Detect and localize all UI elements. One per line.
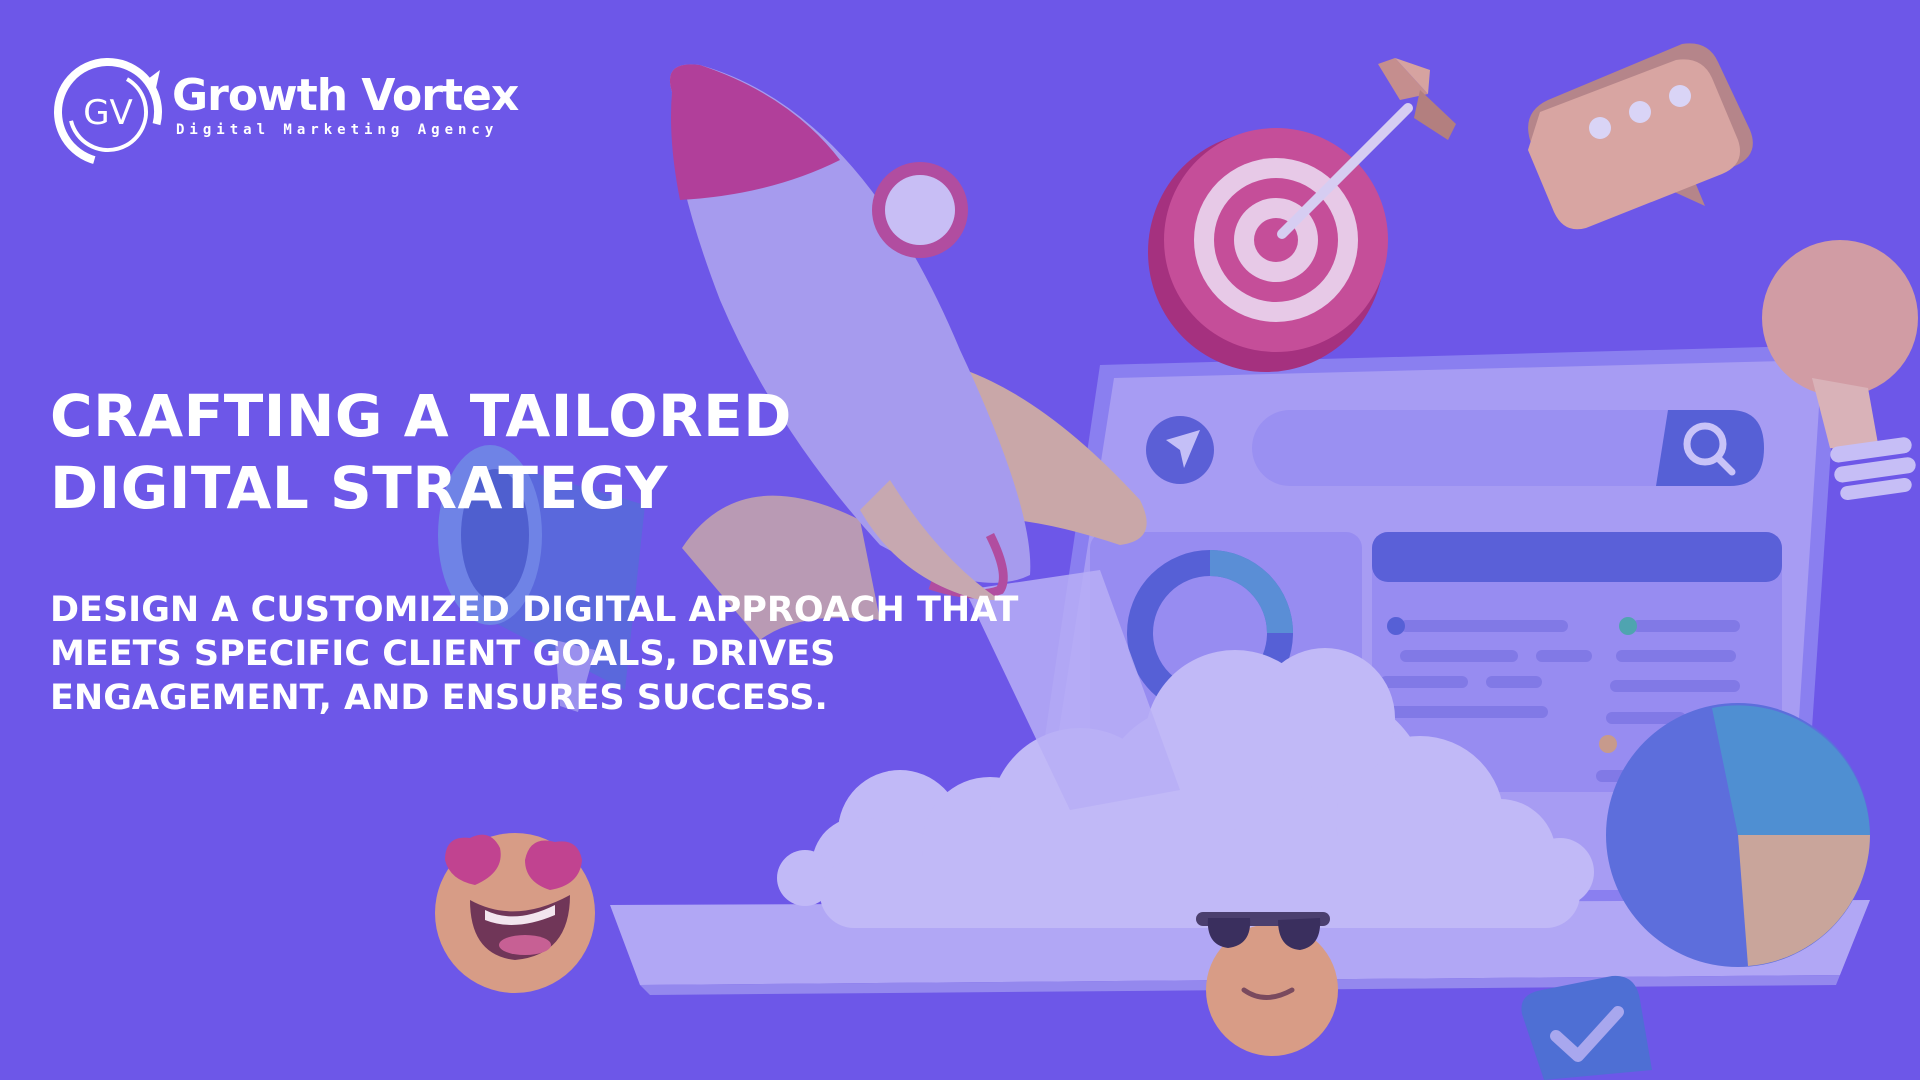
navigation-icon (1146, 416, 1214, 484)
search-icon (1656, 410, 1764, 486)
hero-headline: CRAFTING A TAILORED DIGITAL STRATEGY (50, 382, 792, 522)
brand-logo[interactable]: GV Growth Vortex Digital Marketing Agenc… (48, 50, 519, 170)
logo-monogram: GV (83, 93, 133, 133)
banner: GV Growth Vortex Digital Marketing Agenc… (0, 0, 1920, 1080)
hero-subheadline: DESIGN A CUSTOMIZED DIGITAL APPROACH THA… (50, 590, 1019, 718)
checkmark-icon (1521, 975, 1652, 1080)
pie-chart-icon (1606, 703, 1870, 967)
brand-name: Growth Vortex (172, 70, 519, 121)
sunglasses-emoji-icon (1196, 912, 1338, 1056)
brand-tagline: Digital Marketing Agency (176, 122, 499, 138)
heart-eyes-emoji-icon (435, 833, 595, 993)
chat-bubble-icon (1528, 43, 1753, 230)
growth-vortex-logo-icon: GV (54, 58, 162, 166)
